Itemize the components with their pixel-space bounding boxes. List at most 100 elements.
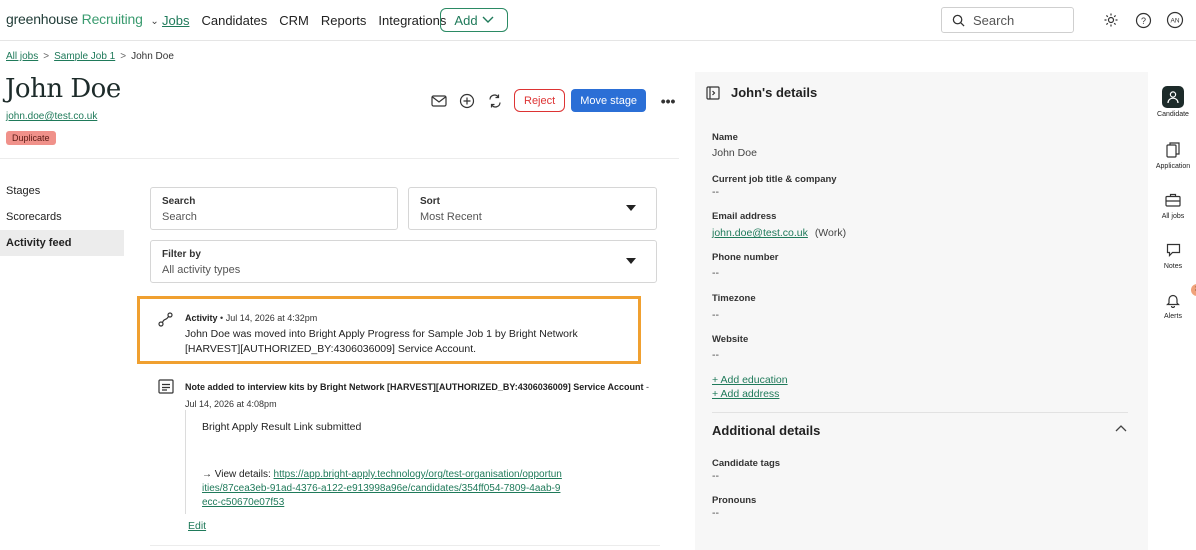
svg-text:?: ? xyxy=(1140,16,1145,26)
duplicate-badge[interactable]: Duplicate xyxy=(6,131,56,145)
nav-crm[interactable]: CRM xyxy=(279,13,309,28)
chevron-down-icon[interactable]: ⌄ xyxy=(150,16,158,27)
phone-label: Phone number xyxy=(712,252,779,263)
activity-body: John Doe was moved into Bright Apply Pro… xyxy=(185,328,578,355)
rail-label: All jobs xyxy=(1161,213,1185,220)
speech-bubble-icon xyxy=(1163,240,1183,260)
caret-down-icon xyxy=(626,258,636,264)
website-value: -- xyxy=(712,349,719,361)
details-divider xyxy=(712,412,1128,413)
nav-candidates[interactable]: Candidates xyxy=(201,13,267,28)
timezone-value: -- xyxy=(712,309,719,321)
activity-header: Activity • Jul 14, 2026 at 4:32pm xyxy=(185,313,317,323)
sidenav-item-stages[interactable]: Stages xyxy=(0,178,124,204)
rail-label: Application xyxy=(1155,163,1191,170)
top-right-icons: ? AN xyxy=(1102,11,1184,29)
logo-sub-text: Recruiting xyxy=(81,11,143,27)
pronouns-value: -- xyxy=(712,507,719,519)
reject-button[interactable]: Reject xyxy=(514,89,566,112)
phone-value: -- xyxy=(712,267,719,279)
filter-value: All activity types xyxy=(162,264,241,276)
activity-time: Jul 14, 2026 at 4:32pm xyxy=(225,313,318,323)
logo-main-text: greenhouse xyxy=(6,11,78,27)
add-education-link[interactable]: + Add education xyxy=(712,374,788,386)
collapse-panel-icon[interactable] xyxy=(706,86,720,100)
header-divider xyxy=(0,158,679,159)
rail-item-candidate[interactable]: Candidate xyxy=(1150,86,1196,118)
search-icon xyxy=(952,14,965,27)
details-email-link[interactable]: john.doe@test.co.uk xyxy=(712,227,808,239)
candidate-tags-label: Candidate tags xyxy=(712,458,781,469)
rail-label: Alerts xyxy=(1164,313,1182,320)
candidate-tags-value: -- xyxy=(712,470,719,482)
email-label: Email address xyxy=(712,211,777,222)
alerts-count-badge: 3 xyxy=(1191,284,1196,296)
settings-gear-icon[interactable] xyxy=(1102,11,1120,29)
name-value: John Doe xyxy=(712,147,757,159)
add-address-link[interactable]: + Add address xyxy=(712,388,779,400)
candidate-actions: Reject Move stage ••• xyxy=(430,89,680,112)
additional-details-title: Additional details xyxy=(712,423,821,438)
rail-item-all-jobs[interactable]: All jobs xyxy=(1150,190,1196,220)
email-icon[interactable] xyxy=(430,92,448,110)
note-icon xyxy=(158,379,174,394)
details-title: John's details xyxy=(731,85,818,100)
avatar-initials: AN xyxy=(1170,18,1179,25)
rail-item-notes[interactable]: Notes xyxy=(1150,240,1196,270)
note-header: Note added to interview kits by Bright N… xyxy=(185,382,649,409)
more-options-button[interactable]: ••• xyxy=(656,93,680,109)
candidate-details-panel: John's details Name John Doe Current job… xyxy=(695,72,1148,550)
nav-integrations[interactable]: Integrations xyxy=(378,13,446,28)
person-icon xyxy=(1162,86,1184,108)
note-head-text: Note added to interview kits by Bright N… xyxy=(185,382,644,392)
move-stage-button[interactable]: Move stage xyxy=(571,89,647,112)
breadcrumb-separator: > xyxy=(43,51,50,62)
job-title-label: Current job title & company xyxy=(712,174,837,185)
chevron-up-icon[interactable] xyxy=(1115,421,1127,435)
rail-label: Candidate xyxy=(1157,111,1189,118)
note-link-prefix: → View details: xyxy=(202,469,274,480)
note-time: Jul 14, 2026 at 4:08pm xyxy=(185,399,277,409)
candidate-side-nav: Stages Scorecards Activity feed xyxy=(0,178,124,256)
sort-label: Sort xyxy=(420,196,440,207)
chevron-down-icon xyxy=(482,16,494,23)
activity-type: Activity xyxy=(185,313,218,323)
transfer-icon[interactable] xyxy=(486,92,504,110)
global-search-input[interactable]: Search xyxy=(941,7,1074,33)
right-rail: Candidate Application All jobs Notes 3 A… xyxy=(1150,72,1196,550)
activity-search-input[interactable]: Search Search xyxy=(150,187,398,230)
breadcrumb-job[interactable]: Sample Job 1 xyxy=(54,51,115,62)
help-icon[interactable]: ? xyxy=(1134,11,1152,29)
rail-label: Notes xyxy=(1163,263,1183,270)
greenhouse-logo[interactable]: greenhouse Recruiting ⌄ xyxy=(6,11,159,27)
breadcrumb: All jobs > Sample Job 1 > John Doe xyxy=(6,51,174,62)
nav-reports[interactable]: Reports xyxy=(321,13,367,28)
timezone-label: Timezone xyxy=(712,293,756,304)
search-field-label: Search xyxy=(162,196,196,207)
email-value-row: john.doe@test.co.uk (Work) xyxy=(712,227,846,239)
breadcrumb-current: John Doe xyxy=(131,51,174,62)
nav-jobs[interactable]: Jobs xyxy=(162,13,189,28)
website-label: Website xyxy=(712,334,749,345)
edit-note-link[interactable]: Edit xyxy=(188,520,206,532)
sidenav-item-activity-feed[interactable]: Activity feed xyxy=(0,230,124,256)
breadcrumb-all-jobs[interactable]: All jobs xyxy=(6,51,38,62)
feed-divider xyxy=(150,545,660,546)
add-button-label: Add xyxy=(454,12,478,28)
job-title-value: -- xyxy=(712,186,719,198)
top-navigation: greenhouse Recruiting ⌄ Jobs Candidates … xyxy=(0,0,1196,41)
candidate-email-link[interactable]: john.doe@test.co.uk xyxy=(6,111,97,122)
filter-by-select[interactable]: Filter by All activity types xyxy=(150,240,657,283)
rail-item-application[interactable]: Application xyxy=(1150,140,1196,170)
pronouns-label: Pronouns xyxy=(712,495,757,506)
user-avatar[interactable]: AN xyxy=(1166,11,1184,29)
add-circle-icon[interactable] xyxy=(458,92,476,110)
sidenav-item-scorecards[interactable]: Scorecards xyxy=(0,204,124,230)
briefcase-icon xyxy=(1163,190,1183,210)
rail-item-alerts[interactable]: 3 Alerts xyxy=(1150,284,1196,320)
add-button[interactable]: Add xyxy=(440,8,508,32)
note-content: Bright Apply Result Link submitted → Vie… xyxy=(185,410,655,514)
search-placeholder: Search xyxy=(973,12,1015,28)
sort-select[interactable]: Sort Most Recent xyxy=(408,187,657,230)
name-label: Name xyxy=(712,132,738,143)
